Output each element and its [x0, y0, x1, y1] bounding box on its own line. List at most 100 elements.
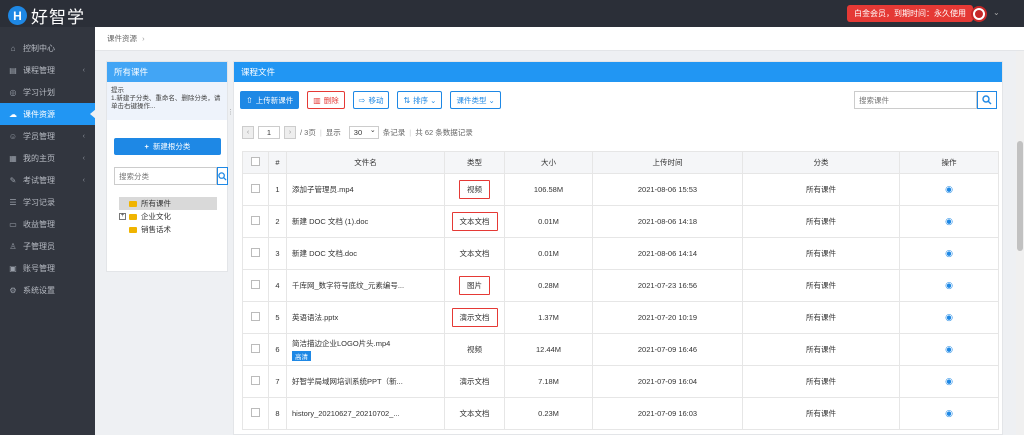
table-row[interactable]: 8 history_20210627_20210702_... 文本文档 0.23M 2…	[242, 397, 999, 430]
file-name[interactable]: 添加子管理员.mp4	[292, 184, 444, 195]
table-row[interactable]: 3 新建 DOC 文档.doc 文本文档 0.01M 2021-08-06 14:14 所…	[242, 237, 999, 270]
membership-badge[interactable]: 白金会员，到期时间：永久使用	[847, 5, 973, 22]
next-page-button[interactable]: ›	[284, 126, 296, 139]
sidebar-item-courses[interactable]: ▤ 课程管理 ‹	[0, 59, 95, 81]
avatar[interactable]	[971, 6, 987, 22]
eye-icon[interactable]: ◉	[945, 408, 953, 418]
file-type-cell: 文本文档	[444, 397, 505, 430]
table-row[interactable]: 4 千库网_数字符号底纹_元素编号... 图片 0.28M 2021-07-23 16:…	[242, 269, 999, 302]
row-checkbox[interactable]	[251, 312, 260, 321]
search-icon[interactable]	[977, 91, 997, 109]
chevron-left-icon: ‹	[82, 66, 85, 74]
type-filter-button[interactable]: 课件类型 ⌄	[450, 91, 501, 109]
category-panel: 所有课件 提示 1.新建子分类、重命名、删除分类，请单击右键操作... + 新建…	[106, 61, 228, 272]
file-type: 文本文档	[459, 249, 490, 258]
sidebar-item-students[interactable]: ☺ 学员管理 ‹	[0, 125, 95, 147]
scrollbar-thumb[interactable]	[1017, 141, 1023, 251]
total-records: 共 62 条数据记录	[415, 128, 473, 137]
sidebar-item-settings[interactable]: ⚙ 系统设置	[0, 279, 95, 301]
row-select-cell	[242, 237, 269, 270]
folder-move-icon: ⇨	[358, 95, 366, 105]
sidebar-item-exams[interactable]: ✎ 考试管理 ‹	[0, 169, 95, 191]
divider: |	[409, 128, 412, 137]
page-scrollbar[interactable]	[1016, 51, 1024, 435]
table-row[interactable]: 2 新建 DOC 文档 (1).doc 文本文档 0.01M 2021-08-06 14…	[242, 205, 999, 238]
file-name[interactable]: 简洁描边企业LOGO片头.mp4	[292, 338, 444, 349]
tree-item-sales[interactable]: 销售话术	[119, 223, 217, 236]
logo[interactable]: H 好智学	[8, 3, 85, 28]
type-filter-label: 课件类型	[456, 95, 487, 105]
sidebar-item-dashboard[interactable]: ⌂ 控制中心	[0, 37, 95, 59]
sidebar-item-account[interactable]: ▣ 账号管理	[0, 257, 95, 279]
row-number: 3	[268, 237, 287, 270]
sidebar-item-label: 我的主页	[23, 153, 55, 163]
eye-icon[interactable]: ◉	[945, 280, 953, 290]
chevron-down-icon[interactable]: ⌄	[993, 8, 1000, 17]
row-checkbox[interactable]	[251, 184, 260, 193]
gear-icon: ⚙	[9, 285, 17, 295]
eye-icon[interactable]: ◉	[945, 344, 953, 354]
new-root-category-button[interactable]: + 新建根分类	[114, 138, 221, 155]
file-category: 所有课件	[742, 301, 900, 334]
table-row[interactable]: 7 好智学局域网培训系统PPT（新... 演示文档 7.18M 2021-07-09 1…	[242, 365, 999, 398]
row-checkbox[interactable]	[251, 344, 260, 353]
upload-button[interactable]: ⇧ 上传新课件	[240, 91, 300, 109]
column-header: 分类	[742, 151, 900, 174]
page-input[interactable]: 1	[258, 126, 280, 139]
page-size-select[interactable]: 30	[348, 125, 379, 139]
eye-icon[interactable]: ◉	[945, 216, 953, 226]
breadcrumb-item[interactable]: 课件资源	[107, 34, 137, 43]
file-name[interactable]: 千库网_数字符号底纹_元素编号...	[292, 280, 444, 291]
sidebar-item-revenue[interactable]: ▭ 收益管理	[0, 213, 95, 235]
row-checkbox[interactable]	[251, 408, 260, 417]
file-name[interactable]: history_20210627_20210702_...	[292, 409, 444, 418]
eye-icon[interactable]: ◉	[945, 248, 953, 258]
select-all-checkbox[interactable]	[251, 157, 260, 166]
new-root-category-label: 新建根分类	[152, 142, 191, 151]
table-row[interactable]: 1 添加子管理员.mp4 视频 106.58M 2021-08-06 15:53 所有课件…	[242, 173, 999, 206]
breadcrumb-separator: ›	[142, 34, 145, 43]
file-search-input[interactable]	[854, 91, 977, 109]
row-checkbox[interactable]	[251, 376, 260, 385]
eye-icon[interactable]: ◉	[945, 312, 953, 322]
upload-label: 上传新课件	[255, 95, 294, 105]
file-name[interactable]: 新建 DOC 文档.doc	[292, 248, 444, 259]
file-name[interactable]: 英语语法.pptx	[292, 312, 444, 323]
sidebar-item-resources[interactable]: ☁ 课件资源	[0, 103, 96, 125]
row-checkbox[interactable]	[251, 280, 260, 289]
sidebar-item-records[interactable]: ☰ 学习记录	[0, 191, 95, 213]
tree-item-label: 企业文化	[141, 212, 171, 221]
tip-body: 1.新建子分类、重命名、删除分类，请单击右键操作...	[111, 95, 221, 110]
sidebar-item-label: 系统设置	[23, 285, 55, 295]
eye-icon[interactable]: ◉	[945, 184, 953, 194]
action-cell: ◉	[899, 397, 999, 430]
book-icon: ▤	[9, 65, 17, 75]
search-icon[interactable]	[217, 167, 228, 185]
tree-item-culture[interactable]: + 企业文化	[119, 210, 217, 223]
move-button[interactable]: ⇨ 移动	[352, 91, 390, 109]
file-size: 0.01M	[504, 205, 593, 238]
eye-icon[interactable]: ◉	[945, 376, 953, 386]
expand-icon[interactable]: +	[119, 213, 126, 220]
sort-button[interactable]: ⇅ 排序 ⌄	[397, 91, 443, 109]
file-name[interactable]: 新建 DOC 文档 (1).doc	[292, 216, 444, 227]
row-checkbox[interactable]	[251, 216, 260, 225]
table-row[interactable]: 6 简洁描边企业LOGO片头.mp4 高清 视频 12.44M 2021-07-09 16…	[242, 333, 999, 366]
file-name[interactable]: 好智学局域网培训系统PPT（新...	[292, 376, 444, 387]
plus-icon: +	[144, 142, 149, 151]
file-type: 图片	[459, 276, 490, 295]
sidebar-item-homepage[interactable]: ▦ 我的主页 ‹	[0, 147, 95, 169]
sidebar-item-label: 子管理员	[23, 241, 55, 251]
file-type: 文本文档	[451, 212, 498, 231]
sidebar-item-subadmin[interactable]: ♙ 子管理员	[0, 235, 95, 257]
upload-time: 2021-07-09 16:46	[592, 333, 743, 366]
category-search-input[interactable]	[114, 167, 217, 185]
delete-button[interactable]: ▥ 删除	[307, 91, 345, 109]
file-category: 所有课件	[742, 397, 900, 430]
action-cell: ◉	[899, 173, 999, 206]
prev-page-button[interactable]: ‹	[242, 126, 254, 139]
sidebar-item-plan[interactable]: ◎ 学习计划	[0, 81, 95, 103]
tree-item-all[interactable]: 所有课件	[119, 197, 217, 210]
row-checkbox[interactable]	[251, 248, 260, 257]
table-row[interactable]: 5 英语语法.pptx 演示文档 1.37M 2021-07-20 10:19 所有课件 ◉	[242, 301, 999, 334]
